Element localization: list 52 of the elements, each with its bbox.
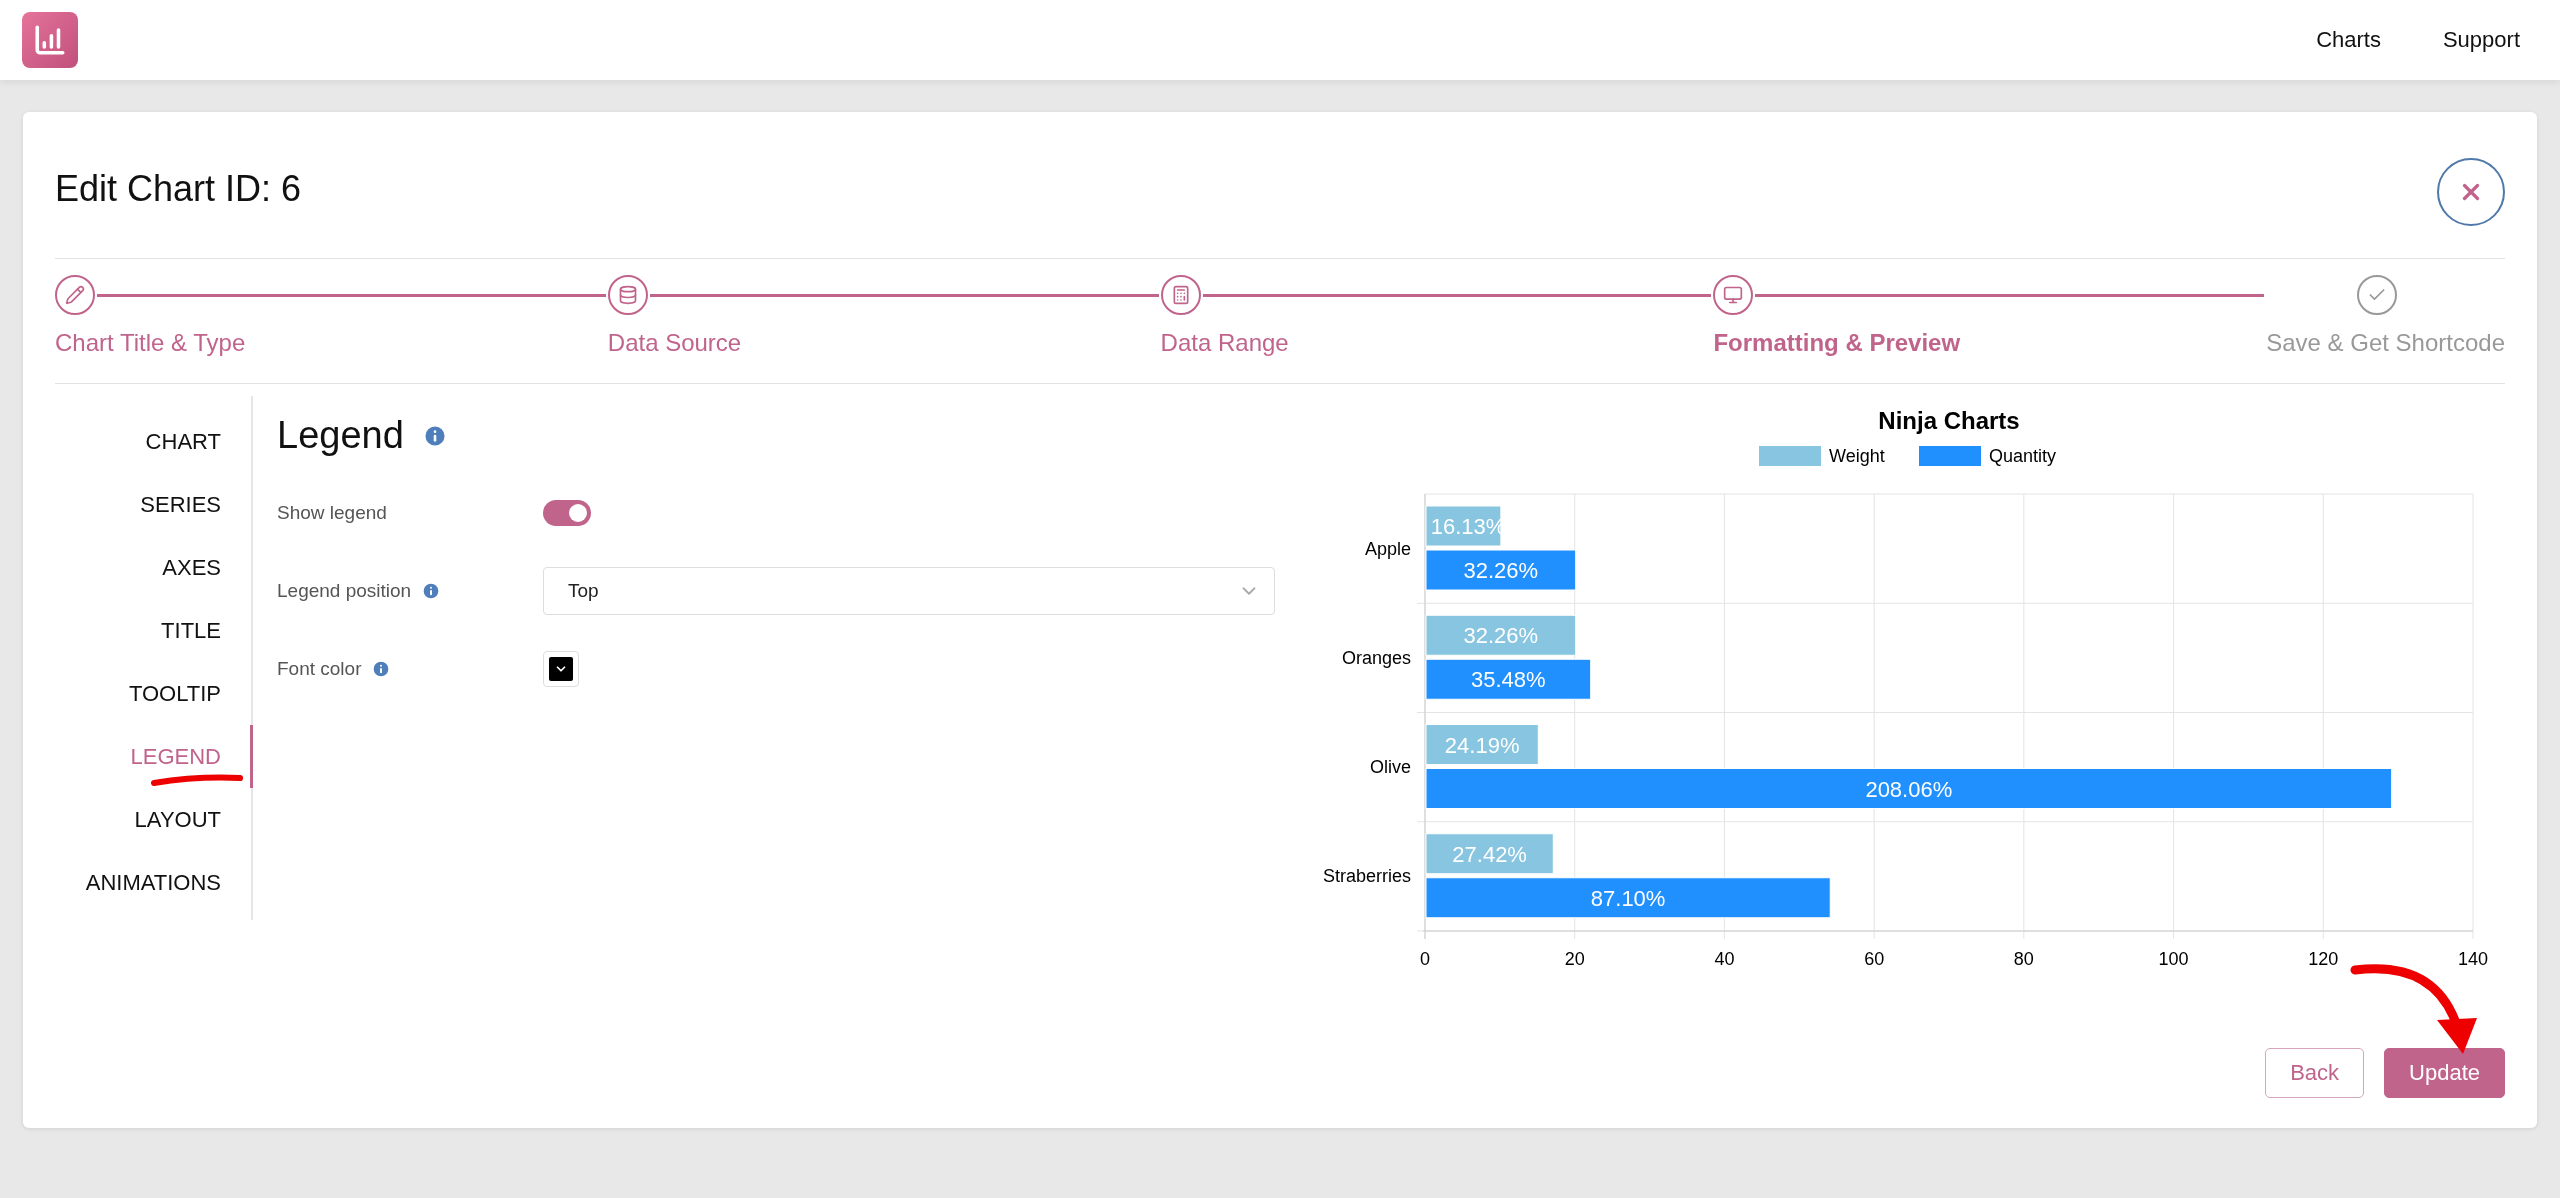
tick-label: 0: [1420, 949, 1430, 969]
field-label: Legend position: [277, 580, 412, 602]
app-logo[interactable]: [22, 12, 78, 68]
select-field[interactable]: Top: [543, 567, 1275, 615]
bar[interactable]: 208.06%: [1425, 768, 2393, 809]
axis-label: Oranges: [1341, 647, 1411, 668]
tick-label: 100: [2158, 949, 2189, 969]
nav-link[interactable]: Charts: [2316, 27, 2381, 53]
chart-title: Ninja Charts: [1878, 407, 2020, 434]
tick-label: 60: [1864, 949, 1885, 969]
axis-label: Straberries: [1322, 866, 1411, 887]
tick-label: 80: [2013, 949, 2034, 969]
bar[interactable]: 87.10%: [1425, 877, 1831, 919]
page-title: Edit Chart ID: 6: [55, 167, 302, 210]
toggle-switch[interactable]: [543, 500, 591, 526]
sidebar-item[interactable]: SERIES: [140, 473, 251, 536]
sidebar-item[interactable]: TITLE: [161, 599, 251, 662]
step-label[interactable]: Data Source: [607, 329, 742, 357]
step-label[interactable]: Data Range: [1160, 329, 1289, 357]
step-label[interactable]: Formatting & Preview: [1713, 329, 1961, 357]
legend-label: Weight: [1829, 446, 1885, 466]
step-icon[interactable]: [1713, 275, 1754, 315]
update-button[interactable]: Update: [2384, 1048, 2505, 1098]
tick-label: 40: [1714, 949, 1735, 969]
info-icon[interactable]: [371, 659, 392, 679]
step-icon[interactable]: [1160, 275, 1201, 315]
step-icon[interactable]: [607, 275, 648, 315]
bar[interactable]: 32.26%: [1425, 549, 1577, 591]
sidebar-item[interactable]: TOOLTIP: [128, 662, 251, 725]
nav-link[interactable]: Support: [2442, 27, 2520, 53]
sidebar-item[interactable]: LAYOUT: [134, 788, 251, 851]
sidebar-item[interactable]: ANIMATIONS: [85, 851, 251, 914]
color-picker[interactable]: [543, 651, 579, 687]
info-icon[interactable]: [421, 581, 442, 601]
section-heading: Legend: [277, 414, 404, 457]
legend-label: Quantity: [1989, 446, 2057, 466]
axis-label: Olive: [1370, 757, 1411, 778]
field-label: Font color: [277, 658, 362, 680]
step-label[interactable]: Chart Title & Type: [55, 329, 246, 357]
tick-label: 20: [1564, 949, 1585, 969]
axis-label: Apple: [1364, 538, 1411, 559]
field-label: Show legend: [277, 502, 387, 524]
sidebar-item[interactable]: LEGEND: [130, 725, 251, 788]
back-button[interactable]: Back: [2265, 1048, 2365, 1098]
sidebar-item[interactable]: CHART: [145, 410, 251, 473]
sidebar-item[interactable]: AXES: [162, 536, 251, 599]
step-icon[interactable]: [55, 275, 95, 315]
legend-item[interactable]: Weight: [1759, 446, 1885, 466]
legend-item[interactable]: Quantity: [1919, 446, 2057, 466]
tick-label: 140: [2458, 949, 2488, 969]
tick-label: 120: [2308, 949, 2339, 969]
bar[interactable]: 35.48%: [1425, 658, 1592, 700]
